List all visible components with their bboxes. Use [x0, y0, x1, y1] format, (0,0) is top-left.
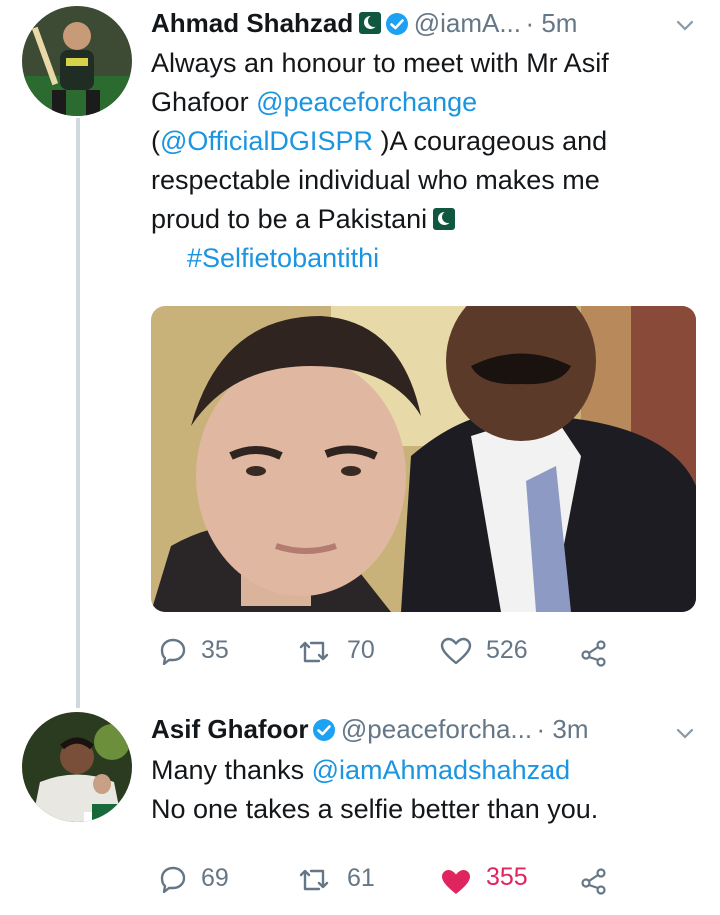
- avatar[interactable]: [22, 712, 132, 822]
- reply-button[interactable]: 35: [159, 636, 229, 665]
- reply-count: 35: [201, 636, 229, 664]
- text-line: respectable individual who makes me: [151, 165, 600, 195]
- tweet-header: Ahmad Shahzad @iamA... · 5m: [151, 8, 711, 44]
- tweet-text: Always an honour to meet with Mr Asif Gh…: [151, 44, 711, 278]
- text-span: proud to be a Pakistani: [151, 204, 428, 234]
- like-button[interactable]: 526: [440, 636, 528, 665]
- retweet-icon: [299, 869, 329, 890]
- like-count: 526: [486, 636, 528, 664]
- timestamp[interactable]: · 5m: [525, 8, 577, 38]
- reply-button[interactable]: 69: [159, 864, 229, 893]
- reply-icon: [160, 638, 186, 665]
- share-icon[interactable]: [580, 639, 608, 667]
- author-handle[interactable]: @iamA...: [414, 8, 521, 38]
- thread-line: [76, 118, 80, 708]
- like-icon: [440, 637, 472, 664]
- text-span: )A courageous and: [372, 126, 608, 156]
- tweet-header: Asif Ghafoor @peaceforcha... · 3m: [151, 714, 711, 750]
- mention-link[interactable]: @iamAhmadshahzad: [312, 755, 571, 785]
- text-line: No one takes a selfie better than you.: [151, 794, 599, 824]
- mention-link[interactable]: @peaceforchange: [256, 87, 477, 117]
- author-name[interactable]: Asif Ghafoor: [151, 714, 308, 744]
- text-line: (@OfficialDGISPR )A courageous and: [151, 122, 711, 161]
- text-span: (: [151, 126, 160, 156]
- flag-icon: [359, 12, 382, 34]
- avatar[interactable]: [22, 6, 132, 116]
- text-line: proud to be a Pakistani: [151, 200, 711, 239]
- reply-icon: [160, 866, 186, 893]
- tweet-text: Many thanks @iamAhmadshahzad No one take…: [151, 751, 711, 829]
- reply-count: 69: [201, 864, 229, 892]
- chevron-down-icon[interactable]: [675, 724, 695, 744]
- flag-icon: [433, 208, 456, 230]
- text-span: Ghafoor: [151, 87, 257, 117]
- like-button[interactable]: 355: [440, 858, 528, 896]
- author-handle[interactable]: @peaceforcha...: [341, 714, 532, 744]
- retweet-count: 61: [347, 864, 375, 892]
- like-count: 355: [486, 862, 528, 891]
- selfie-photo: [151, 306, 696, 612]
- tweet-media[interactable]: [151, 306, 696, 612]
- retweet-count: 70: [347, 636, 375, 664]
- timestamp[interactable]: · 3m: [537, 714, 589, 744]
- mention-link[interactable]: @OfficialDGISPR: [160, 126, 373, 156]
- text-span: Many thanks: [151, 755, 312, 785]
- share-icon[interactable]: [580, 867, 608, 895]
- retweet-button[interactable]: 70: [297, 636, 375, 665]
- hashtag-link[interactable]: #Selfietobantithi: [187, 243, 379, 273]
- author-name[interactable]: Ahmad Shahzad: [151, 8, 353, 38]
- text-line: #Selfietobantithi: [151, 239, 711, 278]
- retweet-icon: [299, 641, 329, 662]
- verified-icon: [313, 719, 336, 741]
- text-line: Ghafoor @peaceforchange: [151, 83, 711, 122]
- verified-icon: [386, 13, 409, 35]
- chevron-down-icon[interactable]: [675, 16, 695, 36]
- text-line: Always an honour to meet with Mr Asif: [151, 48, 609, 78]
- like-icon: [442, 870, 470, 894]
- retweet-button[interactable]: 61: [297, 864, 375, 893]
- text-line: Many thanks @iamAhmadshahzad: [151, 751, 711, 790]
